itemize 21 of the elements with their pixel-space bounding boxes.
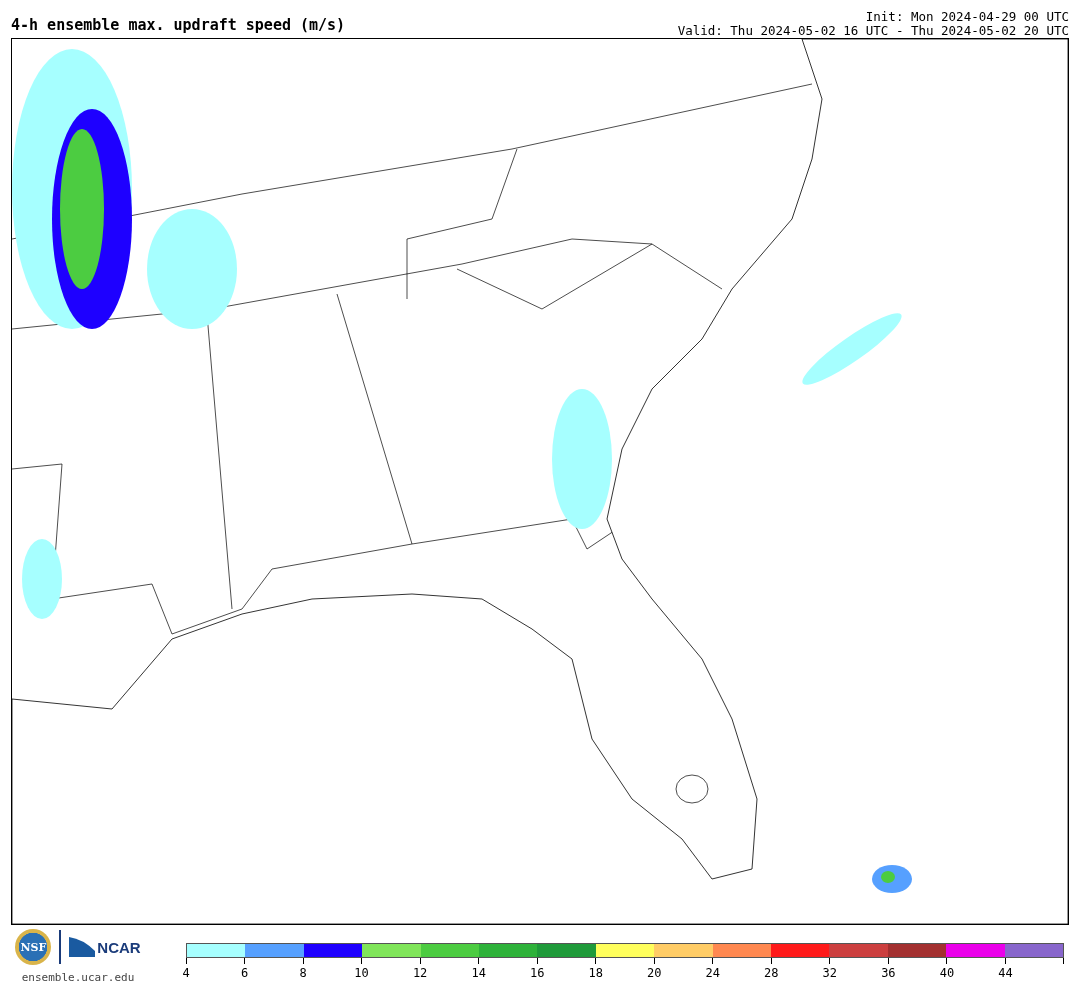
tick-label: 4 [182,966,190,980]
tick-label: 40 [939,966,955,980]
tick-label: 24 [705,966,720,980]
tick-label: 12 [412,966,428,980]
tick-label: 44 [998,966,1013,980]
tick-label: 32 [822,966,838,980]
tick-label: 18 [588,966,603,980]
tick-label: 36 [881,966,896,980]
tick-label: 10 [354,966,369,980]
tick-label: 6 [240,966,249,980]
tick-label: 20 [647,966,662,980]
init-time: Init: Mon 2024-04-29 00 UTC [865,10,1069,24]
tick-label: 16 [529,966,545,980]
valid-time: Valid: Thu 2024-05-02 16 UTC - Thu 2024-05-02 20 UTC [677,24,1069,38]
tick-label: 14 [471,966,486,980]
nsf-logo: NSF [15,929,52,965]
ncar-logo: NCAR [69,937,141,957]
plot-title: 4-h ensemble max. updraft speed (m/s) [11,16,346,34]
website-url: ensemble.ucar.edu [21,971,135,984]
tick-label: 28 [764,966,779,980]
tick-label: 8 [299,966,307,980]
